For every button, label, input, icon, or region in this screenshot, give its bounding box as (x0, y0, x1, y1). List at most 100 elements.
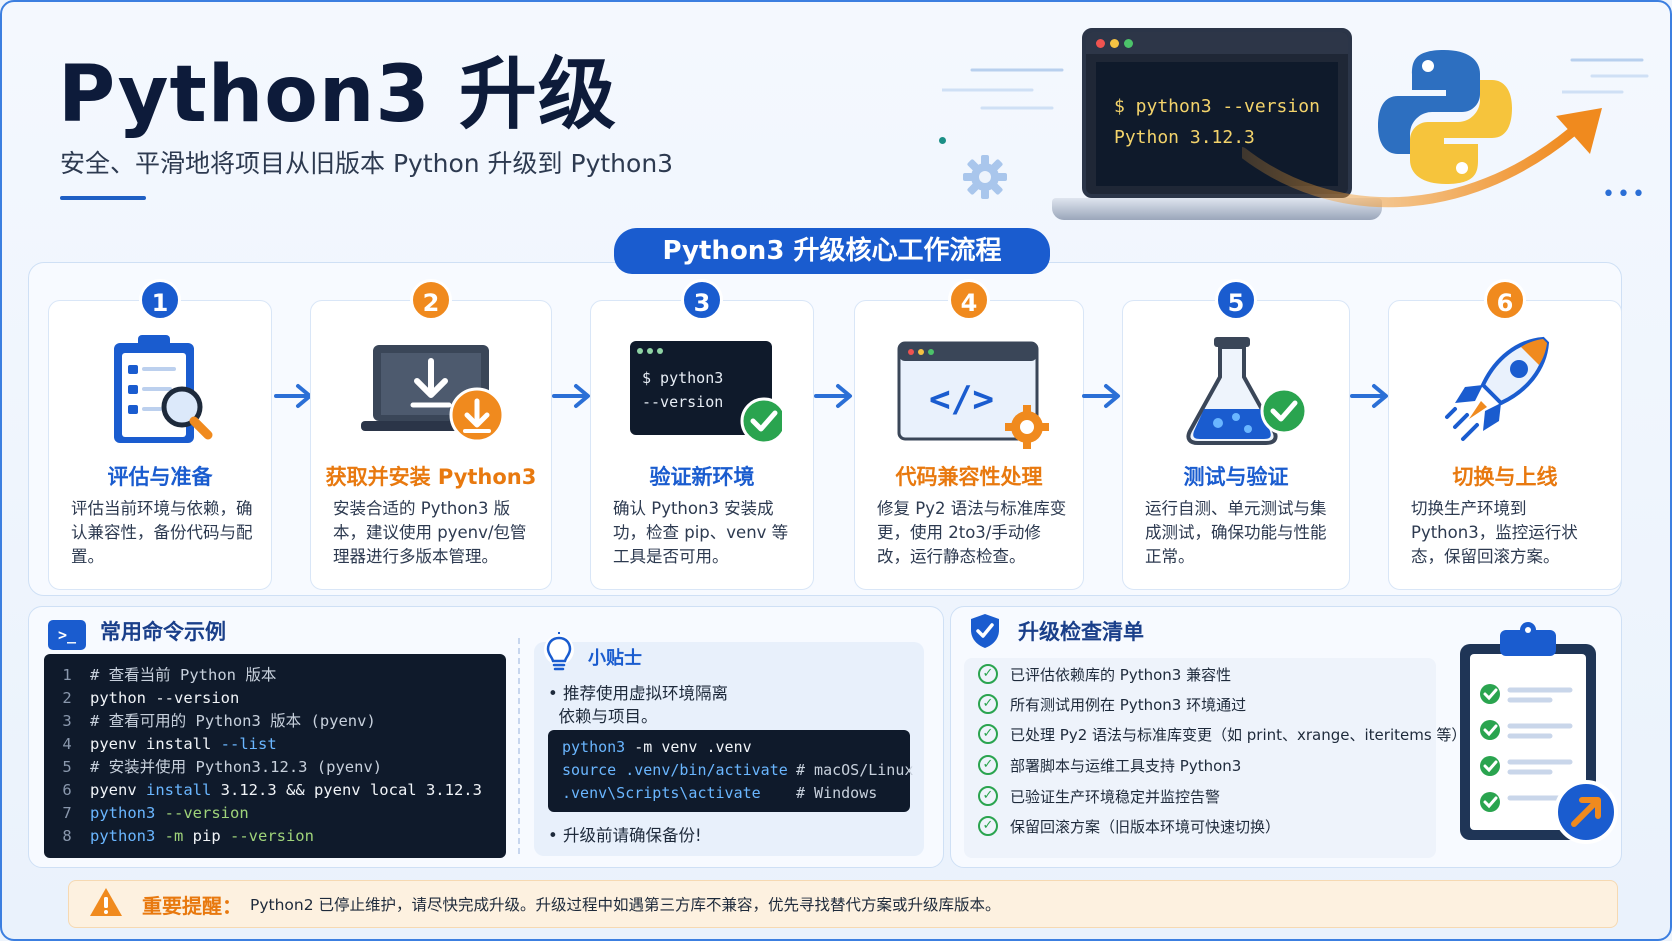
window-close-dot (1096, 39, 1105, 48)
step-description: 切换生产环境到 Python3，监控运行状态，保留回滚方案。 (1411, 499, 1578, 566)
step-description: 运行自测、单元测试与集成测试，确保功能与性能正常。 (1145, 499, 1327, 566)
step-title: 切换与上线 (1452, 465, 1558, 489)
code-comment: # Windows (796, 784, 878, 802)
title-underline (60, 196, 146, 200)
code-line: 6 pyenv install 3.12.3 && pyenv local 3.1… (44, 779, 506, 802)
code-text: -m venv .venv (625, 738, 752, 756)
decorative-dot (939, 137, 946, 144)
code-line: 4 pyenv install --list (44, 733, 506, 756)
check-circle-icon: ✓ (978, 785, 998, 806)
check-circle-icon: ✓ (978, 815, 998, 836)
step-title: 评估与准备 (107, 465, 213, 489)
code-token: pyenv (90, 781, 146, 799)
code-row: python3 -m venv .venv (562, 736, 910, 759)
code-text: .venv/bin/activate (616, 761, 788, 779)
code-line: 8 python3 -m pip --version (44, 825, 506, 848)
code-token: -m (155, 827, 193, 845)
tip-bullet-2: • 升级前请确保备份! (548, 826, 702, 845)
checklist-item: ✓ 已评估依赖库的 Python3 兼容性 (978, 660, 1231, 690)
code-token: --version (220, 827, 314, 845)
decorative-lines (942, 68, 1064, 110)
laptop-download-icon (361, 345, 505, 443)
step-number-badge: 6 (1484, 279, 1526, 321)
clipboard-checklist-icon (1460, 622, 1618, 844)
workflow-step-3: 3 $ python3 --version 验证新环境 确认 Python3 安… (590, 279, 814, 590)
warning-label: 重要提醒： (142, 894, 242, 918)
arrow-right-icon (1350, 384, 1388, 408)
line-number: 6 (62, 781, 72, 799)
step-number-badge: 3 (681, 279, 723, 321)
code-token: pyenv install (90, 735, 221, 753)
laptop-titlebar (1086, 32, 1348, 54)
warning-icon (90, 888, 122, 916)
arrow-right-icon (552, 384, 590, 408)
line-number: 3 (62, 712, 72, 730)
code-line: 7 python3 --version (44, 802, 506, 825)
line-number: 2 (62, 689, 72, 707)
code-row: source .venv/bin/activate # macOS/Linux (562, 759, 914, 782)
line-number: 8 (62, 827, 72, 845)
code-comment: # macOS/Linux (796, 761, 914, 779)
line-number: 4 (62, 735, 72, 753)
code-token: --version (155, 804, 249, 822)
code-glyph: </> (929, 379, 994, 420)
code-token: install (146, 781, 212, 799)
tip-bullet-1-line: • 推荐使用虚拟环境隔离 (548, 684, 728, 703)
checklist-item-text: 已评估依赖库的 Python3 兼容性 (1010, 666, 1232, 684)
arrow-right-icon (814, 384, 852, 408)
venv-code-block: python3 -m venv .venv source .venv/bin/a… (548, 730, 914, 812)
code-text: .venv\Scripts\activate (562, 784, 761, 802)
page-title: Python3 升级 (58, 50, 617, 140)
decorative-lines (1562, 58, 1649, 94)
checklist-item-text: 保留回滚方案（旧版本环境可快速切换） (1010, 818, 1281, 836)
workflow-step-4: 4 </> 代码兼容性处理 修复 Py2 语法与标准库变更，使用 2to3/手动… (854, 279, 1084, 590)
checklist-item: ✓ 已验证生产环境稳定并监控告警 (978, 782, 1220, 812)
checklist-item: ✓ 已处理 Py2 语法与标准库变更（如 print、xrange、iterite… (978, 720, 1466, 750)
code-token: # 安装并使用 Python3.12.3 (pyenv) (90, 758, 383, 776)
lightbulb-icon (544, 632, 574, 671)
code-token: python3 (90, 827, 156, 845)
checklist-item-text: 所有测试用例在 Python3 环境通过 (1010, 696, 1247, 714)
code-line: 1 # 查看当前 Python 版本 (44, 664, 506, 687)
arrow-right-icon (1082, 384, 1120, 408)
checklist-item-text: 已验证生产环境稳定并监控告警 (1010, 788, 1221, 806)
divider (518, 638, 520, 854)
tip-bullet-1: • 推荐使用虚拟环境隔离 依赖与项目。 (548, 682, 728, 728)
check-circle-icon: ✓ (978, 663, 998, 684)
infographic-frame: Python3 升级 安全、平滑地将项目从旧版本 Python 升级到 Pyth… (0, 0, 1672, 941)
checklist-item: ✓ 所有测试用例在 Python3 环境通过 (978, 690, 1246, 720)
terminal-output: Python 3.12.3 (1114, 127, 1255, 148)
step-number-badge: 5 (1215, 279, 1257, 321)
code-row: .venv\Scripts\activate # Windows (562, 782, 910, 805)
workflow-step-1: 1 评估与准备 评估当前环境与依赖，确认兼容性，备份代码与配置。 (48, 279, 272, 590)
code-token: --list (220, 735, 277, 753)
code-token: 3.12.3 && pyenv local 3.12.3 (211, 781, 482, 799)
step-title: 测试与验证 (1183, 465, 1289, 489)
code-token: # 查看可用的 Python3 版本 (pyenv) (90, 712, 376, 730)
step-number-badge: 1 (139, 279, 181, 321)
tip-bullet-1-line: 依赖与项目。 (548, 707, 658, 726)
workflow-step-5: 5 测试与验证 运行自测、单元测试与集成测试，确保功能与性能正常。 (1122, 279, 1350, 590)
step-description: 安装合适的 Python3 版本，建议使用 pyenv/包管理器进行多版本管理。 (333, 499, 527, 566)
shield-check-icon (971, 614, 999, 648)
code-keyword: source (562, 761, 617, 779)
terminal-check-icon: $ python3 --version (630, 341, 782, 445)
check-circle-icon: ✓ (978, 754, 998, 775)
window-max-dot (1124, 39, 1133, 48)
terminal-icon: >_ (48, 620, 86, 650)
commands-title: 常用命令示例 (100, 620, 226, 644)
code-line: 2 python --version (44, 687, 506, 710)
step-number-badge: 2 (410, 279, 452, 321)
checklist-item: ✓ 部署脚本与运维工具支持 Python3 (978, 751, 1241, 781)
python-logo-icon (1378, 50, 1512, 184)
tip-title: 小贴士 (588, 648, 642, 669)
code-window-gear-icon: </> (897, 341, 1049, 449)
checklist-item: ✓ 保留回滚方案（旧版本环境可快速切换） (978, 812, 1280, 842)
step-description: 修复 Py2 语法与标准库变更，使用 2to3/手动修改，运行静态检查。 (877, 499, 1067, 566)
code-keyword: python3 (562, 738, 626, 756)
gear-icon (963, 155, 1007, 199)
code-token: python3 (90, 804, 156, 822)
checklist-item-text: 部署脚本与运维工具支持 Python3 (1010, 757, 1242, 775)
code-token: pip (192, 827, 221, 845)
check-circle-icon: ✓ (978, 693, 998, 714)
